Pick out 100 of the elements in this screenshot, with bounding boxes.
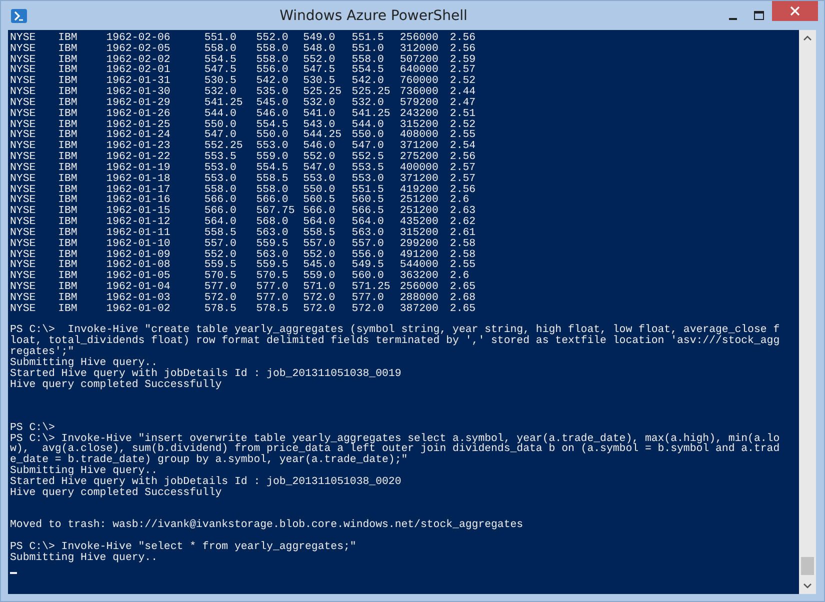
table-cell-text: 550.0: [303, 184, 336, 196]
table-cell-text: 563.0: [256, 250, 290, 260]
table-cell-text: 572.0: [303, 304, 336, 315]
table-cell-text: 546.0: [303, 141, 336, 152]
table-cell-text: NYSE: [10, 260, 37, 272]
table-cell-text: 525.25: [352, 87, 392, 98]
table-cell-text: 2.62: [450, 217, 477, 228]
table-cell-text: 553.0: [303, 174, 336, 185]
table-cell-text: 553.5: [204, 152, 238, 163]
table-cell-text: 1962-01-10: [106, 238, 172, 250]
console-line: loat, total_dividends float) row format delimited fields terminated by ',' stored as textfile location 'asv:///stock_agg: [10, 336, 781, 348]
table-cell-text: 2.56: [450, 184, 477, 196]
table-cell-text: 507200: [400, 54, 440, 66]
table-cell-text: 552.0: [204, 250, 238, 260]
table-cell-text: IBM: [58, 174, 78, 185]
table-cell-text: 1962-02-01: [106, 65, 172, 76]
table-cell-text: 571.0: [303, 282, 336, 293]
table-cell-text: IBM: [58, 87, 78, 98]
table-cell-text: 545.0: [303, 260, 336, 272]
table-cell-text: 544000: [400, 260, 440, 272]
table-cell-text: 525.25: [303, 87, 343, 98]
table-cell-text: 435200: [400, 217, 440, 228]
text-cursor: [10, 572, 17, 574]
table-cell-text: 563.0: [352, 228, 385, 239]
table-cell-text: 371200: [400, 141, 440, 152]
table-cell-text: 2.51: [450, 108, 477, 120]
table-cell-text: 2.63: [450, 206, 477, 218]
table-cell-text: 2.54: [450, 141, 477, 152]
table-cell-text: 532.0: [303, 98, 336, 109]
table-cell-text: 549.5: [352, 260, 385, 272]
table-cell-text: NYSE: [10, 120, 37, 130]
console-line: PS C:\> Invoke-Hive "create table yearly_aggregates (symbol string, year string, high float, low float, average_close f: [10, 325, 781, 336]
table-cell-text: NYSE: [10, 250, 37, 260]
table-cell-text: 2.55: [450, 130, 477, 142]
console-line: PS C:\> Invoke-Hive "select * from yearly_aggregates;": [10, 542, 358, 553]
table-cell-text: IBM: [58, 292, 78, 304]
table-cell-text: IBM: [58, 108, 78, 120]
table-cell-text: 541.0: [303, 108, 336, 120]
table-cell-text: 554.5: [352, 65, 385, 76]
table-cell-text: 566.5: [352, 206, 385, 218]
table-cell-text: 550.0: [204, 120, 238, 130]
minimize-icon: [729, 18, 737, 20]
table-cell-text: IBM: [58, 217, 78, 228]
table-cell-text: 566.0: [204, 195, 238, 206]
table-cell-text: 545.0: [256, 98, 290, 109]
table-cell-text: 288000: [400, 292, 440, 304]
table-cell-text: 1962-01-12: [106, 217, 172, 228]
table-cell-text: 542.0: [256, 76, 290, 88]
table-cell-text: 371200: [400, 174, 440, 185]
table-cell-text: 553.0: [352, 174, 385, 185]
table-cell-text: NYSE: [10, 206, 37, 218]
console-line: Submitting Hive query..: [10, 466, 159, 477]
table-cell-text: 550.0: [352, 130, 385, 142]
table-cell-text: 491200: [400, 250, 440, 260]
table-cell-text: 2.59: [450, 54, 477, 66]
table-cell-text: 564.0: [204, 217, 238, 228]
table-cell-text: NYSE: [10, 184, 37, 196]
table-cell-text: 558.0: [256, 44, 290, 55]
table-cell-text: 408000: [400, 130, 440, 142]
table-cell-text: 640000: [400, 65, 440, 76]
table-cell-text: IBM: [58, 44, 78, 55]
table-cell-text: 572.0: [352, 304, 385, 315]
table-cell-text: 1962-02-02: [106, 54, 172, 66]
table-cell-text: 559.5: [204, 260, 238, 272]
table-cell-text: IBM: [58, 162, 78, 174]
table-cell-text: 543.0: [303, 120, 336, 130]
table-cell-text: 2.65: [450, 282, 477, 293]
table-cell-text: 2.55: [450, 260, 477, 272]
table-cell-text: 532.0: [352, 98, 384, 109]
close-button[interactable]: [772, 1, 818, 21]
console-line: w), avg(a.close), sum(b.dividend) from price_data a left outer join dividends_data b on (a.symbol = b.symbol and a.trad: [10, 444, 781, 456]
table-cell-text: 2.56: [450, 44, 477, 55]
table-cell-text: IBM: [58, 120, 78, 130]
scrollbar[interactable]: [799, 30, 816, 594]
table-cell-text: 541.25: [352, 108, 392, 120]
table-cell-text: 567.75: [256, 206, 296, 218]
table-cell-text: 554.5: [256, 162, 290, 174]
table-cell-text: IBM: [58, 33, 78, 44]
table-cell-text: 1962-01-09: [106, 250, 172, 260]
table-cell-text: 552.5: [352, 152, 385, 163]
table-cell-text: 554.5: [256, 120, 290, 130]
table-cell-text: 551.5: [352, 184, 385, 196]
table-cell-text: 551.5: [352, 33, 385, 44]
table-cell-text: 579200: [400, 98, 440, 109]
table-cell-text: 563.0: [256, 228, 290, 239]
table-cell-text: 566.0: [256, 195, 288, 206]
table-cell-text: 560.5: [303, 195, 336, 206]
table-cell-text: IBM: [58, 152, 78, 163]
table-cell-text: 559.0: [256, 152, 290, 163]
table-cell-text: 1962-01-08: [106, 260, 172, 272]
table-cell-text: 2.58: [450, 238, 477, 250]
table-cell-text: NYSE: [10, 108, 37, 120]
table-cell-text: 553.0: [204, 174, 238, 185]
table-cell-text: 1962-01-25: [106, 120, 172, 130]
table-cell-text: IBM: [58, 65, 78, 76]
table-cell-text: 553.0: [256, 141, 290, 152]
table-cell-text: 1962-01-03: [106, 292, 172, 304]
table-cell-text: 549.0: [303, 33, 336, 44]
scroll-thumb[interactable]: [801, 557, 814, 575]
table-cell-text: IBM: [58, 195, 78, 206]
